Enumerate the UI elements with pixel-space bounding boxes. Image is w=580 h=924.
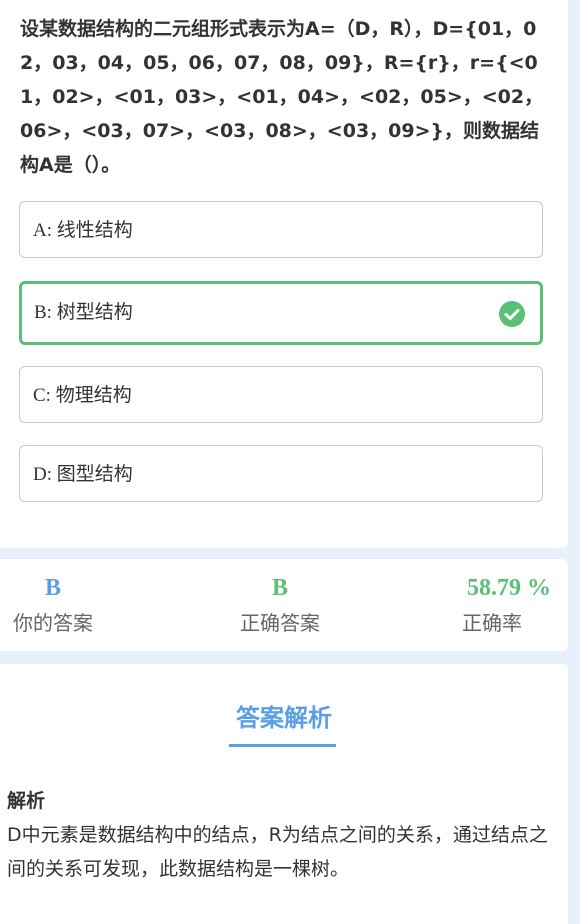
correct-answer-value: B <box>271 575 288 601</box>
correct-answer-stat: B 正确答案 <box>225 559 335 633</box>
accuracy-stat: 58.79 % 正确率 <box>450 559 568 633</box>
your-answer-value: B <box>44 575 61 601</box>
option-d-label: D: 图型结构 <box>33 464 133 485</box>
question-text: 设某数据结构的二元组形式表示为A=（D，R），D={01，02，03，04，05… <box>20 18 544 176</box>
accuracy-value: 58.79 % <box>467 575 551 601</box>
your-answer-label: 你的答案 <box>13 611 93 635</box>
analysis-card: 答案解析 解析 D中元素是数据结构中的结点，R为结点之间的关系，通过结点之间的关… <box>0 664 568 924</box>
analysis-heading: 解析 <box>7 790 46 812</box>
option-d[interactable]: D: 图型结构 <box>19 445 543 502</box>
analysis-title-underline <box>229 744 336 747</box>
option-a-label: A: 线性结构 <box>33 220 133 241</box>
option-b-label: B: 树型结构 <box>34 302 133 323</box>
option-a[interactable]: A: 线性结构 <box>19 201 543 258</box>
option-c[interactable]: C: 物理结构 <box>19 366 543 423</box>
result-stats: B 你的答案 B 正确答案 58.79 % 正确率 <box>0 559 568 651</box>
option-c-label: C: 物理结构 <box>33 385 132 406</box>
analysis-title: 答案解析 <box>236 704 332 732</box>
analysis-body: D中元素是数据结构中的结点，R为结点之间的关系，通过结点之间的关系可发现，此数据… <box>7 824 548 880</box>
correct-answer-label: 正确答案 <box>240 611 320 635</box>
option-b[interactable]: B: 树型结构 <box>19 281 543 345</box>
your-answer-stat: B 你的答案 <box>8 559 98 633</box>
check-circle-icon <box>499 301 525 327</box>
question-card: 设某数据结构的二元组形式表示为A=（D，R），D={01，02，03，04，05… <box>0 0 568 548</box>
accuracy-label: 正确率 <box>462 611 522 635</box>
